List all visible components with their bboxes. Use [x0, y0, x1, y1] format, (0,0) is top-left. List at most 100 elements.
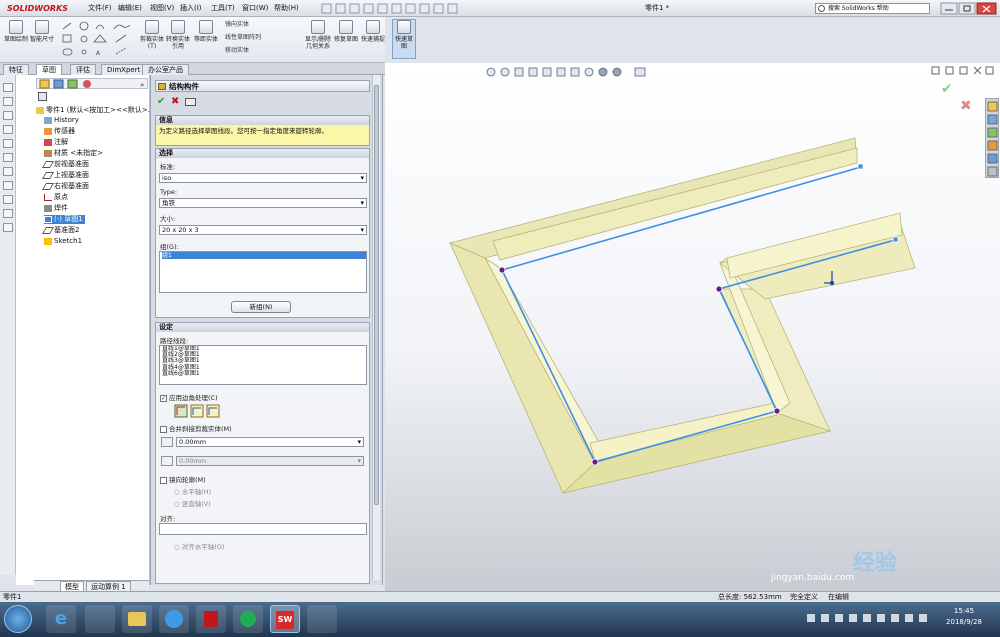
detail-preview-icon[interactable]	[185, 98, 196, 106]
menu-view[interactable]: 视图(V)	[150, 3, 174, 14]
repair-sketch-button[interactable]: 修复草图	[334, 20, 358, 60]
tree-item-weldment[interactable]: 焊件	[44, 204, 68, 213]
tab-sketch[interactable]: 草图	[36, 64, 62, 75]
toolbar-icon[interactable]	[3, 181, 13, 190]
mirror-profile-option[interactable]: 镜向轮廓(M)	[160, 474, 206, 484]
ok-icon[interactable]: ✔	[157, 96, 165, 107]
tree-item-annotations[interactable]: 注解	[44, 138, 68, 147]
horizontal-axis-option[interactable]: ○ 水平轴(H)	[174, 486, 211, 496]
menu-help[interactable]: 帮助(H)	[274, 3, 299, 14]
system-tray[interactable]	[805, 610, 935, 626]
linear-pattern-button[interactable]: 线性草图阵列	[225, 34, 261, 42]
settings-header[interactable]: 设定	[156, 323, 369, 332]
tab-evaluate[interactable]: 评估	[70, 64, 96, 75]
path-segments-list[interactable]: 直线1@草图1 直线2@草图1 直线3@草图1 直线4@草图1 直线6@草图1	[159, 345, 367, 385]
quick-snaps-button[interactable]: 快速捕捉	[361, 20, 385, 60]
display-delete-relations-button[interactable]: 显示/删除几何关系	[303, 20, 333, 60]
pdf-icon[interactable]	[196, 605, 226, 633]
sketch-tools-group[interactable]: A	[60, 20, 140, 60]
move-entities-button[interactable]: 移动实体	[225, 47, 249, 55]
tree-item-history[interactable]: History	[44, 116, 79, 125]
merge-miter-checkbox[interactable]	[160, 425, 167, 433]
graphics-viewport[interactable]: ✔ ✖ Bai 经验 jingyan.baidu.com	[385, 63, 1000, 591]
type-select[interactable]: 角铁	[159, 198, 367, 208]
tree-item-front-plane[interactable]: 前视基准面	[41, 160, 89, 169]
selection-header[interactable]: 选择	[156, 149, 369, 158]
menu-insert[interactable]: 插入(I)	[180, 3, 202, 14]
info-header[interactable]: 信息	[156, 116, 369, 125]
toolbar-icon[interactable]	[3, 167, 13, 176]
toolbar-icon[interactable]	[3, 111, 13, 120]
quick-access-toolbar[interactable]	[320, 3, 470, 14]
tree-root[interactable]: 零件1 (默认<按加工><<默认>...	[36, 106, 154, 115]
gap-input-1[interactable]: 0.00mm	[176, 437, 364, 447]
status-total-length: 总长度: 562.53mm	[718, 593, 782, 601]
toolbar-icon[interactable]	[3, 223, 13, 232]
pm-scrollbar[interactable]	[372, 75, 380, 580]
toolbar-icon[interactable]	[3, 195, 13, 204]
trim-entities-button[interactable]: 剪裁实体(T)	[140, 20, 164, 60]
offset-entities-button[interactable]: 等距实体	[194, 20, 218, 60]
tree-item-sketch1-warning[interactable]: Sketch1	[44, 237, 82, 246]
window-controls[interactable]	[940, 2, 998, 15]
group-list[interactable]: 组1	[159, 251, 367, 293]
solidworks-taskbar-icon[interactable]: SW	[270, 605, 300, 633]
tree-tab-strip[interactable]: »	[36, 78, 148, 89]
mirror-profile-checkbox[interactable]	[160, 476, 167, 484]
tree-item-top-plane[interactable]: 上视基准面	[41, 171, 89, 180]
new-group-button[interactable]: 新组(N)	[231, 301, 291, 313]
toolbar-icon[interactable]	[3, 153, 13, 162]
align-horizontal-option[interactable]: ○ 对齐水平轴(O)	[174, 541, 224, 551]
gap-input-2[interactable]: 0.00mm	[176, 456, 364, 466]
group-label: 组(G):	[160, 243, 179, 251]
app-icon[interactable]	[85, 605, 115, 633]
alignment-input[interactable]	[159, 523, 367, 535]
toolbar-icon[interactable]	[3, 209, 13, 218]
list-item[interactable]: 直线6@草图1	[162, 370, 366, 377]
tree-item-sensors[interactable]: 传感器	[44, 127, 75, 136]
standard-select[interactable]: iso	[159, 173, 367, 183]
tab-office-products[interactable]: 办公室产品	[142, 64, 189, 75]
menu-window[interactable]: 窗口(W)	[242, 3, 268, 14]
start-button[interactable]	[4, 605, 32, 633]
toolbar-icon[interactable]	[3, 125, 13, 134]
tree-item-right-plane[interactable]: 右视基准面	[41, 182, 89, 191]
rapid-sketch-button[interactable]: 快速草图	[392, 19, 416, 59]
mirror-entities-button[interactable]: 镜向实体	[225, 21, 249, 29]
structural-frame-model[interactable]	[385, 63, 1000, 591]
wps-icon[interactable]	[233, 605, 263, 633]
sketch-button[interactable]: 草图绘制	[4, 20, 28, 60]
tree-item-origin[interactable]: 原点	[44, 193, 68, 202]
merge-miter-option[interactable]: 合并斜接剪裁实体(M)	[160, 423, 232, 433]
menu-file[interactable]: 文件(F)	[88, 3, 112, 14]
tree-item-sketch1[interactable]: (-) 草图1	[44, 215, 85, 224]
cancel-icon[interactable]: ✖	[171, 96, 179, 107]
tree-item-material[interactable]: 材质 <未指定>	[44, 149, 103, 158]
smart-dimension-button[interactable]: 智能尺寸	[30, 20, 54, 60]
corner-treatment-label: 应用边角处理(C)	[169, 394, 218, 402]
help-search-input[interactable]: 搜索 SolidWorks 帮助	[815, 3, 930, 14]
browser-icon[interactable]	[159, 605, 189, 633]
toolbar-icon[interactable]	[3, 139, 13, 148]
filter-icon[interactable]	[38, 92, 47, 101]
tab-features[interactable]: 特征	[3, 64, 29, 75]
paint-icon[interactable]	[307, 605, 337, 633]
vertical-axis-option[interactable]: ○ 竖直轴(V)	[174, 498, 211, 508]
convert-entities-button[interactable]: 转换实体引用	[166, 20, 190, 60]
clock[interactable]: 15:45 2018/9/28	[940, 606, 988, 628]
menu-edit[interactable]: 编辑(E)	[118, 3, 142, 14]
scrollbar-thumb[interactable]	[374, 85, 379, 505]
size-select[interactable]: 20 x 20 x 3	[159, 225, 367, 235]
folder-icon[interactable]	[122, 605, 152, 633]
group-list-item[interactable]: 组1	[162, 252, 366, 259]
corner-treatment-checkbox[interactable]: ✓	[160, 394, 167, 402]
ie-icon[interactable]: e	[46, 605, 76, 633]
menu-tools[interactable]: 工具(T)	[211, 3, 235, 14]
tab-dimxpert[interactable]: DimXpert	[101, 64, 147, 75]
toolbar-icon[interactable]	[3, 97, 13, 106]
toolbar-icon[interactable]	[3, 83, 13, 92]
corner-treatment-option[interactable]: ✓ 应用边角处理(C)	[160, 392, 218, 402]
tree-item-plane2[interactable]: 基准面2	[41, 226, 79, 235]
clock-date: 2018/9/28	[946, 618, 982, 626]
corner-type-buttons[interactable]	[174, 404, 222, 418]
